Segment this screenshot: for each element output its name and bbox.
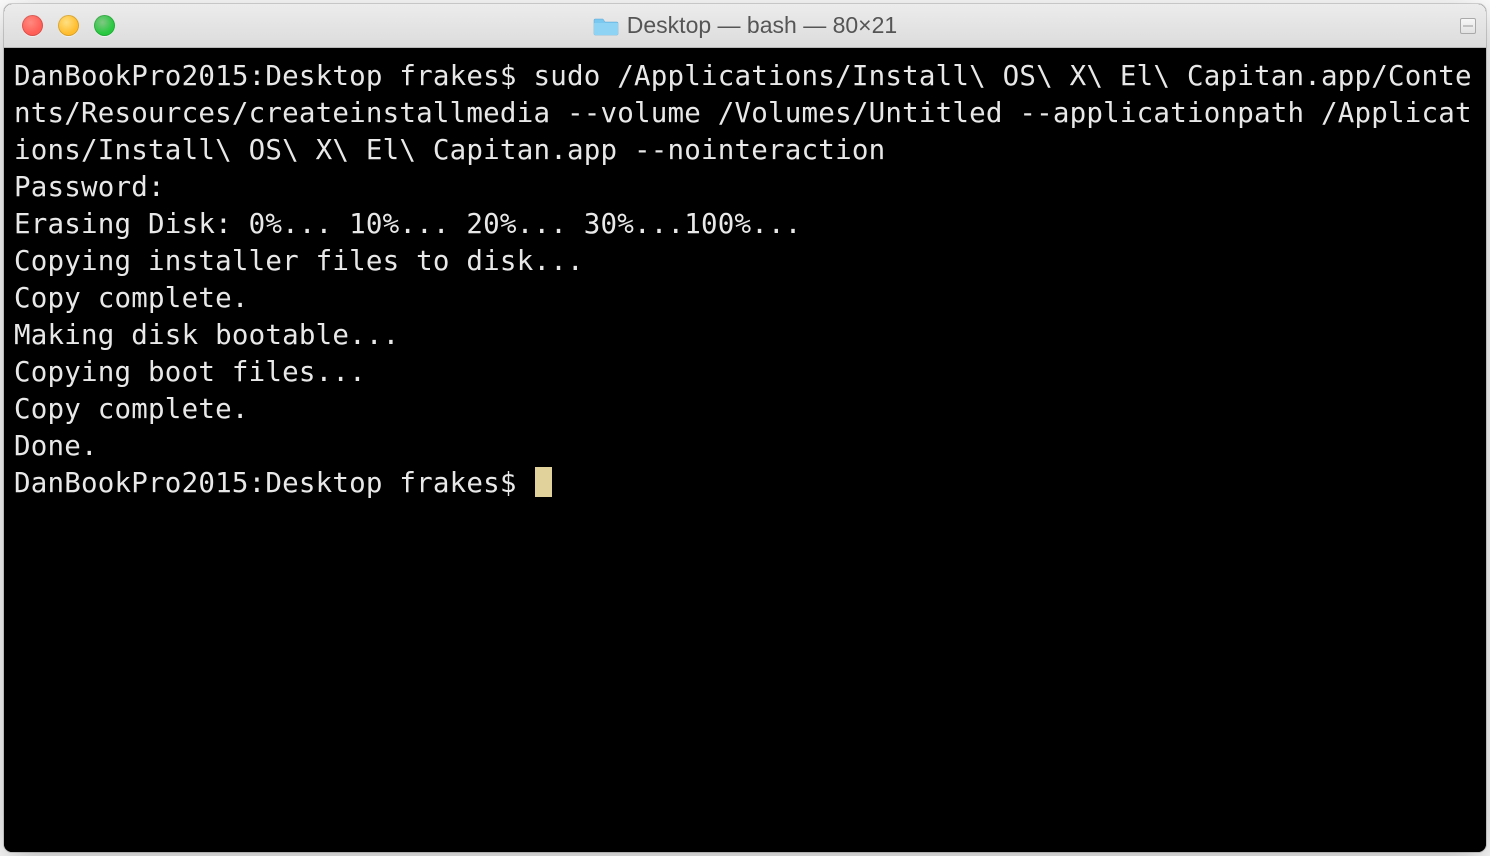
window-titlebar[interactable]: Desktop — bash — 80×21: [4, 4, 1486, 48]
terminal-cursor: [535, 467, 552, 497]
close-button[interactable]: [22, 15, 43, 36]
traffic-lights: [4, 15, 115, 36]
window-title-container: Desktop — bash — 80×21: [4, 12, 1486, 39]
terminal-prompt: DanBookPro2015:Desktop frakes$: [14, 467, 533, 499]
minimize-button[interactable]: [58, 15, 79, 36]
maximize-button[interactable]: [94, 15, 115, 36]
terminal-lines: DanBookPro2015:Desktop frakes$ sudo /App…: [14, 60, 1472, 462]
titlebar-proxy-icon[interactable]: [1460, 18, 1476, 34]
window-title: Desktop — bash — 80×21: [627, 12, 897, 39]
folder-icon: [593, 15, 619, 37]
terminal-window: Desktop — bash — 80×21 DanBookPro2015:De…: [4, 4, 1486, 852]
terminal-output[interactable]: DanBookPro2015:Desktop frakes$ sudo /App…: [4, 48, 1486, 852]
